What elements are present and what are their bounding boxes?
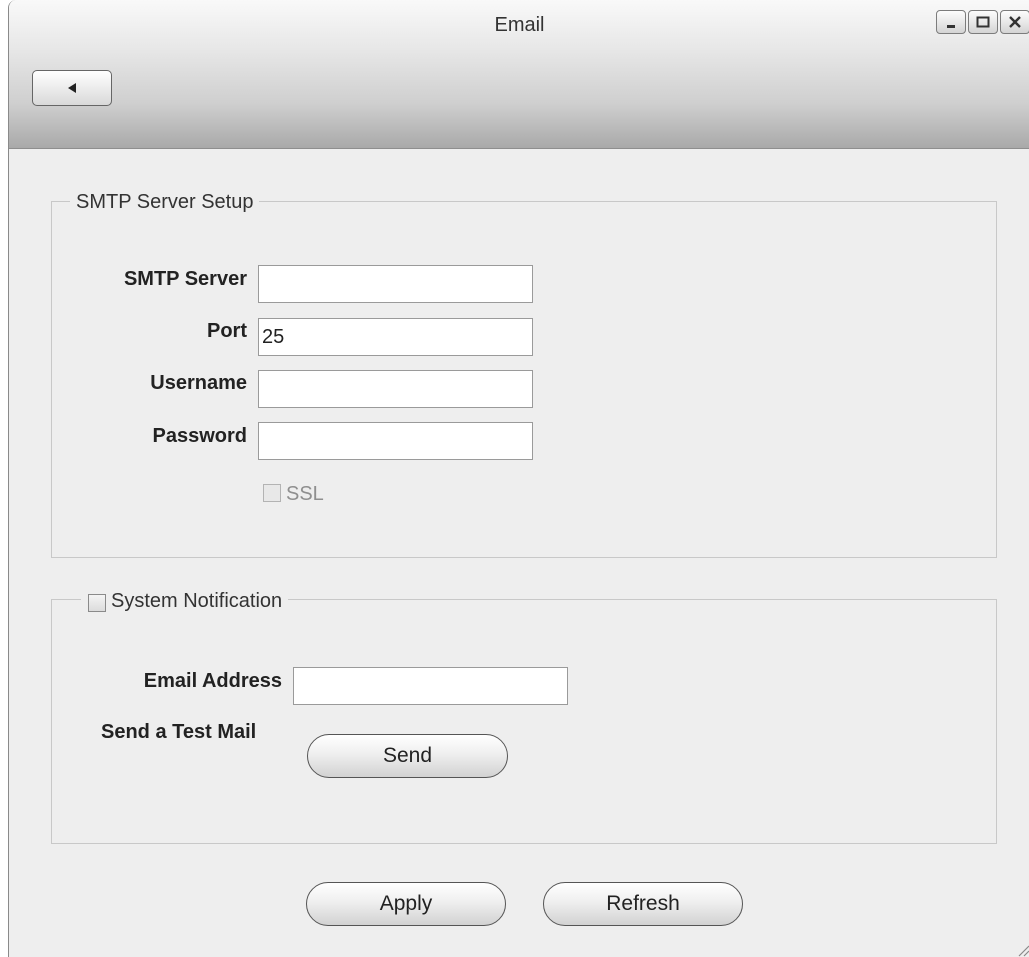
smtp-server-input[interactable] (258, 265, 533, 303)
ssl-checkbox[interactable] (263, 484, 281, 502)
password-input[interactable] (258, 422, 533, 460)
username-input[interactable] (258, 370, 533, 408)
resize-grip-icon[interactable] (1016, 943, 1029, 957)
close-button[interactable] (1000, 10, 1029, 34)
back-arrow-icon (68, 83, 76, 93)
window-title: Email (494, 14, 545, 36)
notification-legend: System Notification (81, 590, 289, 613)
refresh-button[interactable]: Refresh (543, 882, 743, 926)
email-address-input[interactable] (293, 667, 568, 705)
test-mail-label: Send a Test Mail (101, 721, 257, 743)
minimize-icon (947, 25, 955, 28)
smtp-setup-legend: SMTP Server Setup (70, 191, 260, 214)
maximize-icon (976, 16, 990, 28)
maximize-button[interactable] (968, 10, 998, 34)
window-controls (936, 10, 1029, 34)
ssl-label: SSL (286, 483, 324, 505)
port-label: Port (207, 320, 247, 342)
title-bar: Email (9, 0, 1029, 149)
system-notification-checkbox[interactable] (88, 594, 106, 612)
apply-button[interactable]: Apply (306, 882, 506, 926)
close-icon (1009, 16, 1021, 28)
smtp-server-label: SMTP Server (123, 268, 247, 290)
minimize-button[interactable] (936, 10, 966, 34)
email-window: Email SMTP Server Setup SMTP Server Port… (8, 0, 1029, 957)
password-label: Password (152, 425, 247, 447)
email-address-label: Email Address (143, 670, 282, 692)
port-input[interactable] (258, 318, 533, 356)
username-label: Username (150, 372, 247, 394)
send-button[interactable]: Send (307, 734, 508, 778)
back-button[interactable] (32, 70, 112, 106)
